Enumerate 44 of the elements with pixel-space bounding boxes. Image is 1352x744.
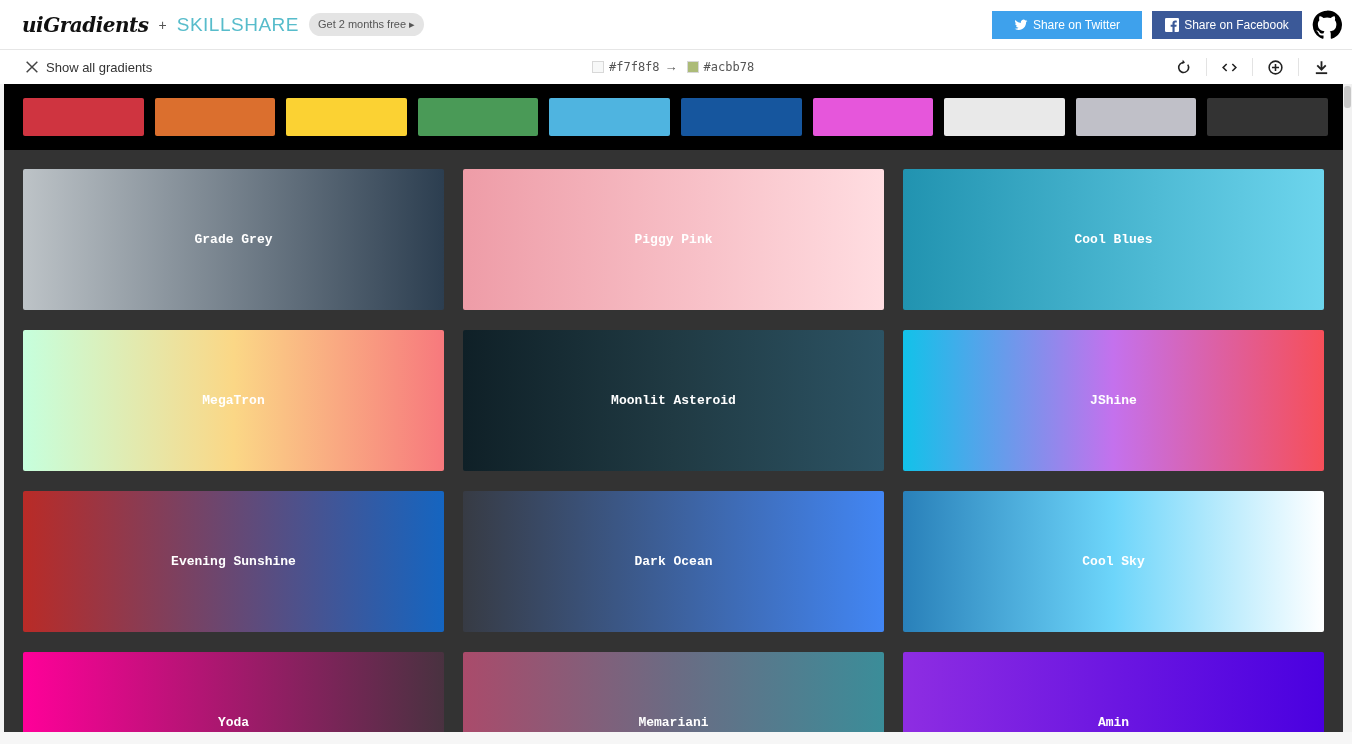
color-filter[interactable] xyxy=(680,98,802,136)
promo-badge[interactable]: Get 2 months free ▸ xyxy=(309,13,425,36)
color-filter[interactable] xyxy=(1207,98,1328,136)
color-filter[interactable] xyxy=(154,98,276,136)
download-icon[interactable] xyxy=(1313,58,1330,76)
color-filter[interactable] xyxy=(944,98,1065,136)
plus-sign: + xyxy=(158,16,167,33)
gradient-name: Grade Grey xyxy=(194,232,273,247)
rotate-icon[interactable] xyxy=(1175,58,1192,76)
gradient-name: Cool Blues xyxy=(1074,232,1153,247)
gradient-card[interactable]: Amin xyxy=(903,652,1324,732)
gradient-card[interactable]: Memariani xyxy=(463,652,884,732)
add-icon[interactable] xyxy=(1267,58,1284,76)
hex-code: #f7f8f8 xyxy=(609,59,660,74)
close-icon[interactable] xyxy=(24,59,40,75)
gradient-name: Cool Sky xyxy=(1082,554,1145,569)
gradient-name: Evening Sunshine xyxy=(171,554,296,569)
color-filter[interactable] xyxy=(812,98,934,136)
share-facebook-button[interactable]: Share on Facebook xyxy=(1152,10,1302,39)
bird-icon xyxy=(1013,17,1028,32)
gradient-card[interactable]: Moonlit Asteroid xyxy=(463,330,884,471)
gradient-name: Dark Ocean xyxy=(634,554,713,569)
gradient-name: MegaTron xyxy=(202,393,265,408)
gradient-name: Piggy Pink xyxy=(634,232,713,247)
color-filter[interactable] xyxy=(286,98,407,136)
logo[interactable]: uiGradients xyxy=(22,12,149,37)
gradient-name: Amin xyxy=(1097,715,1130,730)
gradient-card[interactable]: Grade Grey xyxy=(23,169,444,310)
github-icon[interactable] xyxy=(1312,9,1342,40)
color-filter[interactable] xyxy=(417,98,539,136)
gradient-card[interactable]: Dark Ocean xyxy=(463,491,884,632)
gradient-name: Moonlit Asteroid xyxy=(611,393,736,408)
show-all-link[interactable]: Show all gradients xyxy=(46,59,153,75)
color-filter[interactable] xyxy=(1075,98,1197,136)
gradient-card[interactable]: Yoda xyxy=(23,652,444,732)
color-filter[interactable] xyxy=(549,98,670,136)
arrow-sign: → xyxy=(664,59,678,74)
gradient-card[interactable]: Evening Sunshine xyxy=(23,491,444,632)
facebook-icon xyxy=(1165,17,1180,32)
gradient-name: Yoda xyxy=(217,715,250,730)
hex-code: #acbb78 xyxy=(703,59,755,74)
gradient-name: Memariani xyxy=(638,715,709,730)
gradient-name: JShine xyxy=(1090,393,1137,408)
color-filter[interactable] xyxy=(23,98,144,136)
